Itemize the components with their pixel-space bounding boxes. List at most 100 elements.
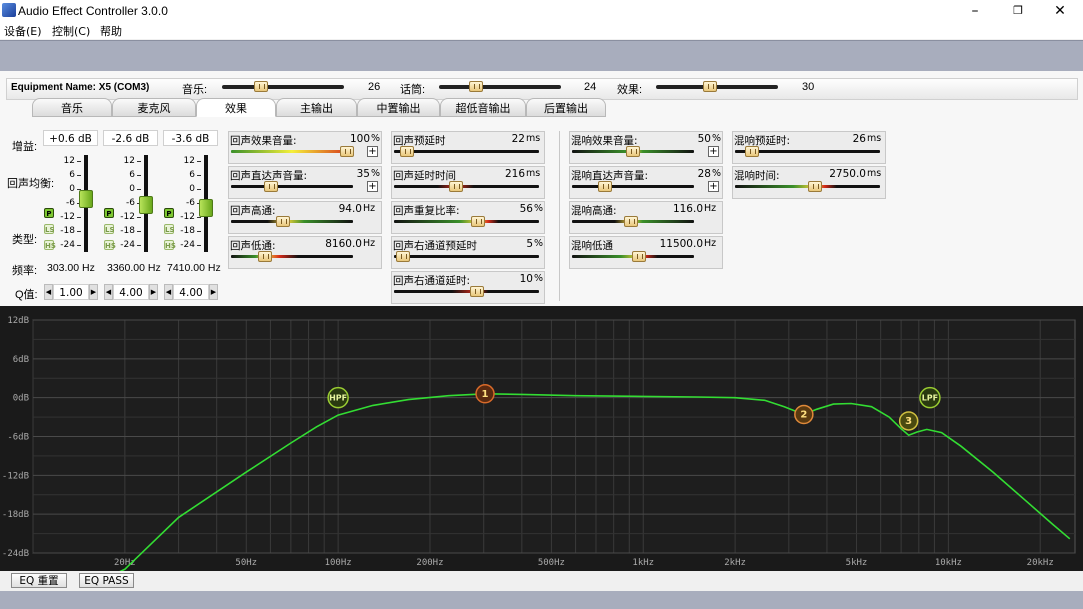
tab-6[interactable]: 后置输出 bbox=[526, 98, 606, 117]
effect-slider-thumb[interactable] bbox=[264, 181, 279, 192]
effect-control-value: 26 bbox=[852, 133, 866, 145]
q-increase-button[interactable]: ▶ bbox=[89, 284, 98, 300]
tab-4[interactable]: 中置输出 bbox=[357, 98, 440, 117]
effect-slider-thumb[interactable] bbox=[400, 146, 415, 157]
fader-tick-mark bbox=[197, 245, 201, 246]
effect-slider-thumb[interactable] bbox=[597, 181, 612, 192]
menu-help[interactable]: 帮助 bbox=[100, 23, 122, 39]
close-button[interactable]: ✕ bbox=[1040, 2, 1080, 20]
q-increase-button[interactable]: ▶ bbox=[149, 284, 158, 300]
type-badge-ls[interactable]: LS bbox=[44, 224, 55, 234]
band-frequency: 3360.00 Hz bbox=[107, 262, 161, 274]
expand-plus-icon[interactable]: + bbox=[708, 146, 719, 157]
status-bar bbox=[0, 591, 1083, 609]
fader-tick-mark bbox=[137, 175, 141, 176]
fader-tick: -12 bbox=[120, 212, 135, 222]
eq-curve-chart[interactable]: 12dB6dB0dB-6dB-12dB-18dB-24dB20Hz 50Hz 100… bbox=[0, 306, 1083, 571]
level-slider-label: 音乐: bbox=[182, 84, 208, 96]
tab-5[interactable]: 超低音输出 bbox=[440, 98, 526, 117]
effect-slider-thumb[interactable] bbox=[632, 251, 647, 262]
type-badge-ls[interactable]: LS bbox=[164, 224, 175, 234]
maximize-button[interactable]: ❐ bbox=[998, 2, 1038, 20]
effect-slider-track[interactable] bbox=[394, 220, 539, 223]
effect-slider-track[interactable] bbox=[394, 290, 539, 293]
effect-slider-thumb[interactable] bbox=[276, 216, 291, 227]
tab-1[interactable]: 麦克风 bbox=[112, 98, 196, 117]
effect-control-unit: % bbox=[712, 133, 722, 144]
q-value[interactable]: 1.00 bbox=[53, 284, 89, 300]
band-fader-thumb[interactable] bbox=[199, 199, 213, 218]
fader-tick: 12 bbox=[63, 156, 75, 166]
band-fader-thumb[interactable] bbox=[79, 189, 93, 208]
level-slider-thumb[interactable] bbox=[468, 81, 483, 92]
band-fader-thumb[interactable] bbox=[139, 196, 153, 215]
effect-slider-thumb[interactable] bbox=[449, 181, 464, 192]
effect-slider-track[interactable] bbox=[231, 220, 353, 223]
type-badge-hs[interactable]: HS bbox=[164, 240, 176, 250]
type-badge-p[interactable]: P bbox=[164, 208, 174, 218]
q-increase-button[interactable]: ▶ bbox=[209, 284, 218, 300]
tab-2[interactable]: 效果 bbox=[196, 98, 276, 117]
type-badge-hs[interactable]: HS bbox=[44, 240, 56, 250]
effect-slider-track[interactable] bbox=[394, 255, 539, 258]
q-decrease-button[interactable]: ◀ bbox=[164, 284, 173, 300]
effect-slider-thumb[interactable] bbox=[471, 216, 486, 227]
effect-slider-track[interactable] bbox=[394, 185, 539, 188]
eq-reset-button[interactable]: EQ 重置 bbox=[11, 573, 67, 588]
eq-pass-button[interactable]: EQ PASS bbox=[79, 573, 134, 588]
effect-slider-thumb[interactable] bbox=[807, 181, 822, 192]
type-badge-hs[interactable]: HS bbox=[104, 240, 116, 250]
fader-tick-mark bbox=[137, 189, 141, 190]
level-slider-thumb[interactable] bbox=[702, 81, 717, 92]
q-value[interactable]: 4.00 bbox=[173, 284, 209, 300]
effect-slider-thumb[interactable] bbox=[395, 251, 410, 262]
q-decrease-button[interactable]: ◀ bbox=[104, 284, 113, 300]
effect-control-title: 回声重复比率: bbox=[393, 205, 460, 217]
eq-graph[interactable]: 12dB 6dB 0dB -6dB -12dB -18dB -24dB 20Hz 50Hz 100… bbox=[0, 306, 1083, 571]
level-slider-thumb[interactable] bbox=[254, 81, 269, 92]
effect-slider-thumb[interactable] bbox=[745, 146, 760, 157]
tab-3[interactable]: 主输出 bbox=[276, 98, 357, 117]
type-badge-p[interactable]: P bbox=[104, 208, 114, 218]
effect-slider-thumb[interactable] bbox=[626, 146, 640, 157]
q-decrease-button[interactable]: ◀ bbox=[44, 284, 53, 300]
type-label: 类型: bbox=[12, 234, 38, 246]
effect-slider-track[interactable] bbox=[231, 185, 353, 188]
effect-control-unit: % bbox=[534, 203, 544, 214]
effect-slider-track[interactable] bbox=[394, 150, 539, 153]
effect-slider-track[interactable] bbox=[231, 255, 353, 258]
menu-device[interactable]: 设备(E) bbox=[4, 23, 42, 39]
effect-control-unit: Hz bbox=[704, 238, 717, 249]
level-slider-value: 30 bbox=[802, 81, 815, 93]
expand-plus-icon[interactable]: + bbox=[367, 181, 378, 192]
effect-slider-track[interactable] bbox=[231, 150, 353, 153]
effect-slider-thumb[interactable] bbox=[623, 216, 638, 227]
q-value[interactable]: 4.00 bbox=[113, 284, 149, 300]
level-slider-value: 26 bbox=[368, 81, 381, 93]
effect-slider-track[interactable] bbox=[572, 185, 694, 188]
tab-0[interactable]: 音乐 bbox=[32, 98, 112, 117]
expand-plus-icon[interactable]: + bbox=[708, 181, 719, 192]
effect-control-unit: % bbox=[371, 168, 381, 179]
effect-slider-thumb[interactable] bbox=[258, 251, 273, 262]
fader-tick-mark bbox=[137, 161, 141, 162]
effect-slider-thumb[interactable] bbox=[469, 286, 484, 297]
expand-plus-icon[interactable]: + bbox=[367, 146, 378, 157]
level-slider-track[interactable] bbox=[439, 85, 561, 89]
effect-control-value: 56 bbox=[519, 203, 533, 215]
effect-control-value: 116.0 bbox=[672, 203, 703, 215]
effect-control-unit: Hz bbox=[363, 238, 376, 249]
type-badge-p[interactable]: P bbox=[44, 208, 54, 218]
effect-control-unit: ms bbox=[526, 133, 541, 144]
fader-tick: 6 bbox=[129, 170, 135, 180]
menu-control[interactable]: 控制(C) bbox=[52, 23, 90, 39]
effect-slider-thumb[interactable] bbox=[339, 146, 354, 157]
band-frequency: 303.00 Hz bbox=[47, 262, 95, 274]
echo-eq-label: 回声均衡: bbox=[7, 178, 55, 190]
level-slider-track[interactable] bbox=[656, 85, 778, 89]
type-badge-ls[interactable]: LS bbox=[104, 224, 115, 234]
level-slider-track[interactable] bbox=[222, 85, 344, 89]
minimize-button[interactable]: – bbox=[955, 2, 995, 20]
fader-tick: -6 bbox=[186, 198, 195, 208]
fader-tick-mark bbox=[77, 231, 81, 232]
